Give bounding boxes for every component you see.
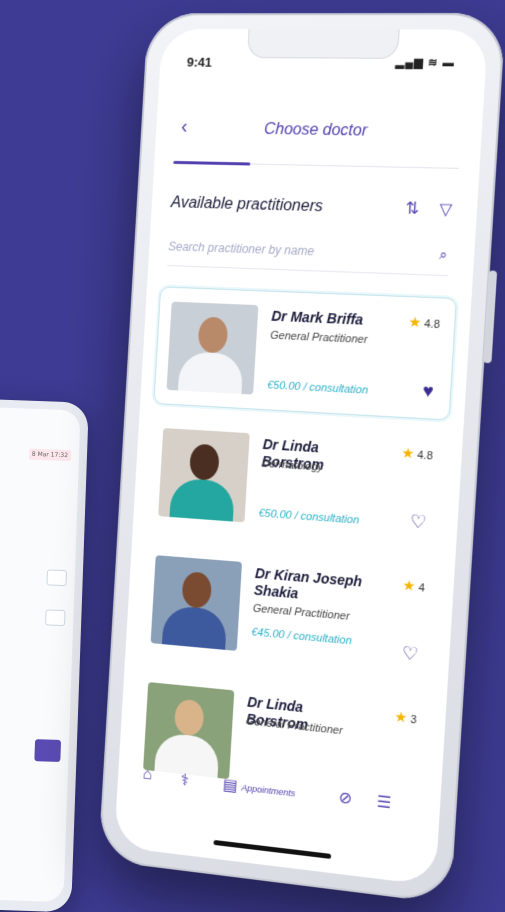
star-icon: ★ [402, 577, 416, 594]
photo-head [197, 317, 228, 354]
favorite-heart-filled-icon[interactable]: ♥ [422, 380, 434, 402]
phone-mockup: 9:41 ▂▄▆ ≋ ▬ ‹ Choose doctor Available p… [98, 13, 505, 904]
menu-icon: ☰ [376, 794, 392, 813]
tab-appointments[interactable]: ▤ Appointments [222, 775, 296, 803]
search-icon[interactable]: ⌕ [439, 246, 448, 264]
wifi-icon: ≋ [428, 57, 439, 69]
doctor-card[interactable]: Dr Kiran Joseph Shakia General Practitio… [138, 541, 440, 684]
doctor-name: Dr Mark Briffa [271, 308, 392, 330]
photo-body [169, 478, 235, 523]
doctor-name: Dr Kiran Joseph Shakia [254, 565, 375, 609]
battery-icon: ▬ [442, 57, 455, 69]
calendar-icon: ▤ [222, 777, 238, 795]
rating-value: 4.8 [417, 449, 433, 462]
background-date-badge: 8 Mar 17:32 [29, 449, 72, 461]
search-input[interactable] [167, 232, 415, 270]
background-field [46, 569, 67, 586]
home-icon: ⌂ [142, 766, 152, 784]
doctor-photo [158, 428, 250, 522]
status-icons: ▂▄▆ ≋ ▬ [395, 56, 455, 70]
doctor-price: €50.00 / consultation [267, 379, 368, 396]
doctor-photo [167, 302, 259, 395]
pill-icon: ⊘ [338, 789, 352, 808]
tab-medications[interactable]: ⊘ [338, 787, 353, 809]
photo-head [174, 699, 205, 737]
tab-doctors[interactable]: ⚕ [180, 770, 189, 791]
progress-indicator [173, 161, 250, 166]
rating-value: 3 [410, 714, 417, 727]
tab-menu[interactable]: ☰ [376, 792, 392, 814]
doctor-specialty: General Practitioner [270, 330, 368, 346]
background-field [45, 609, 66, 626]
photo-body [177, 351, 243, 394]
background-phone-screen: 8 Mar 17:32 [0, 406, 81, 902]
doctor-card[interactable]: Dr Linda Borstrom Dermatology €50.00 / c… [146, 414, 449, 551]
doctor-rating: ★ 3 [394, 708, 417, 727]
sort-icon[interactable]: ⇅ [405, 198, 420, 219]
notch [247, 29, 400, 59]
background-phone: 8 Mar 17:32 [0, 398, 89, 912]
star-icon: ★ [394, 708, 408, 725]
stethoscope-icon: ⚕ [180, 772, 189, 790]
favorite-heart-outline-icon[interactable]: ♡ [401, 643, 419, 666]
background-button [34, 739, 61, 762]
photo-head [181, 571, 212, 609]
star-icon: ★ [408, 313, 422, 330]
doctor-price: €45.00 / consultation [251, 626, 352, 647]
doctor-card[interactable]: Dr Mark Briffa General Practitioner €50.… [153, 286, 457, 420]
photo-head [189, 443, 220, 480]
phone-screen: 9:41 ▂▄▆ ≋ ▬ ‹ Choose doctor Available p… [114, 29, 488, 886]
home-indicator [213, 840, 331, 859]
doctor-photo [151, 555, 242, 651]
rating-value: 4 [418, 582, 425, 595]
doctor-rating: ★ 4.8 [408, 313, 441, 332]
filter-icon[interactable]: ▽ [439, 199, 453, 220]
favorite-heart-outline-icon[interactable]: ♡ [409, 511, 427, 533]
tab-home[interactable]: ⌂ [142, 766, 152, 785]
doctor-rating: ★ 4 [402, 577, 425, 596]
doctor-specialty: Dermatology [261, 458, 323, 474]
doctor-price: €50.00 / consultation [258, 507, 359, 526]
star-icon: ★ [401, 444, 415, 461]
photo-body [161, 605, 227, 651]
section-title: Available practitioners [170, 194, 323, 216]
rating-value: 4.8 [424, 318, 440, 331]
status-time: 9:41 [186, 55, 212, 70]
header: ‹ Choose doctor [155, 98, 484, 163]
doctor-rating: ★ 4.8 [401, 444, 434, 463]
doctor-specialty: General Practitioner [253, 603, 350, 623]
page-title: Choose doctor [156, 119, 482, 142]
signal-icon: ▂▄▆ [395, 57, 424, 69]
tab-label-appointments: Appointments [241, 782, 295, 798]
search-bar: ⌕ [167, 232, 450, 277]
